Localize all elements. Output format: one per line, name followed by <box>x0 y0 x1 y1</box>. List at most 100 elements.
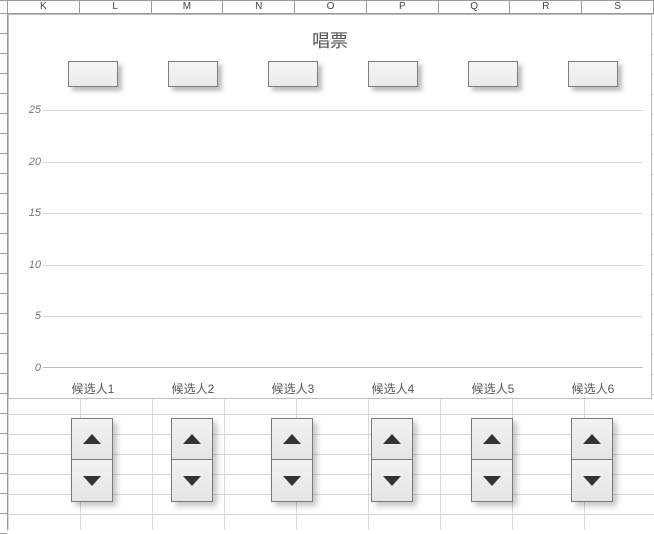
triangle-down-icon <box>583 476 601 486</box>
row-header[interactable] <box>0 514 7 534</box>
vote-button-1[interactable] <box>68 61 118 87</box>
spinner-cell <box>142 418 242 502</box>
row-header[interactable] <box>0 34 7 54</box>
column-headers: KLMNOPQRS <box>0 0 654 14</box>
row-header[interactable] <box>0 114 7 134</box>
triangle-up-icon <box>183 434 201 444</box>
row-header[interactable] <box>0 394 7 414</box>
spinner-2 <box>171 418 213 502</box>
x-tick-label: 候选人1 <box>43 380 143 397</box>
x-tick-label: 候选人5 <box>443 380 543 397</box>
column-header-P[interactable]: P <box>367 0 439 13</box>
spinner-up-button[interactable] <box>471 418 513 460</box>
legend-cell <box>43 61 143 87</box>
spinner-cell <box>242 418 342 502</box>
column-header-K[interactable]: K <box>8 0 80 13</box>
spinner-down-button[interactable] <box>171 460 213 502</box>
y-tick-label: 20 <box>11 156 41 168</box>
triangle-up-icon <box>283 434 301 444</box>
row-header[interactable] <box>0 154 7 174</box>
legend-cell <box>543 61 643 87</box>
column-header-R[interactable]: R <box>510 0 582 13</box>
vote-button-2[interactable] <box>168 61 218 87</box>
row-header[interactable] <box>0 294 7 314</box>
triangle-down-icon <box>183 476 201 486</box>
row-header[interactable] <box>0 234 7 254</box>
legend-cell <box>143 61 243 87</box>
gridline <box>43 110 643 111</box>
column-header-M[interactable]: M <box>152 0 224 13</box>
chart-container[interactable]: 唱票 候选人1候选人2候选人3候选人4候选人5候选人6 0510152025 <box>8 14 652 399</box>
row-header[interactable] <box>0 14 7 34</box>
row-header[interactable] <box>0 374 7 394</box>
row-header[interactable] <box>0 254 7 274</box>
spinner-cell <box>442 418 542 502</box>
row-header[interactable] <box>0 414 7 434</box>
spinner-cell <box>42 418 142 502</box>
vote-button-3[interactable] <box>268 61 318 87</box>
row-header[interactable] <box>0 94 7 114</box>
spinner-up-button[interactable] <box>71 418 113 460</box>
gridline <box>43 162 643 163</box>
spinner-cell <box>542 418 642 502</box>
column-header-S[interactable]: S <box>582 0 654 13</box>
x-axis-labels: 候选人1候选人2候选人3候选人4候选人5候选人6 <box>43 380 643 397</box>
spinner-up-button[interactable] <box>571 418 613 460</box>
triangle-down-icon <box>283 476 301 486</box>
row-header[interactable] <box>0 474 7 494</box>
row-header[interactable] <box>0 74 7 94</box>
legend-cell <box>243 61 343 87</box>
triangle-up-icon <box>483 434 501 444</box>
spinner-row <box>42 418 642 502</box>
legend-button-row <box>43 61 643 87</box>
row-header[interactable] <box>0 334 7 354</box>
spinner-up-button[interactable] <box>371 418 413 460</box>
spinner-5 <box>471 418 513 502</box>
column-header-Q[interactable]: Q <box>439 0 511 13</box>
vote-button-6[interactable] <box>568 61 618 87</box>
vote-button-4[interactable] <box>368 61 418 87</box>
gridline <box>43 213 643 214</box>
y-tick-label: 5 <box>11 310 41 322</box>
column-header-N[interactable]: N <box>223 0 295 13</box>
vote-button-5[interactable] <box>468 61 518 87</box>
spinner-down-button[interactable] <box>271 460 313 502</box>
spinner-6 <box>571 418 613 502</box>
triangle-up-icon <box>583 434 601 444</box>
spinner-4 <box>371 418 413 502</box>
row-header[interactable] <box>0 274 7 294</box>
row-header[interactable] <box>0 454 7 474</box>
spinner-down-button[interactable] <box>471 460 513 502</box>
spinner-up-button[interactable] <box>171 418 213 460</box>
column-header-O[interactable]: O <box>295 0 367 13</box>
spinner-down-button[interactable] <box>371 460 413 502</box>
legend-cell <box>343 61 443 87</box>
y-tick-label: 0 <box>11 362 41 374</box>
spinner-down-button[interactable] <box>71 460 113 502</box>
column-header-L[interactable]: L <box>80 0 152 13</box>
triangle-up-icon <box>383 434 401 444</box>
y-tick-label: 25 <box>11 104 41 116</box>
row-header[interactable] <box>0 494 7 514</box>
spinner-cell <box>342 418 442 502</box>
x-axis-line <box>43 367 643 368</box>
row-header[interactable] <box>0 434 7 454</box>
y-tick-label: 10 <box>11 259 41 271</box>
row-header-gutter <box>0 0 8 13</box>
row-header[interactable] <box>0 194 7 214</box>
gridline <box>43 316 643 317</box>
triangle-up-icon <box>83 434 101 444</box>
triangle-down-icon <box>483 476 501 486</box>
row-header[interactable] <box>0 314 7 334</box>
spinner-down-button[interactable] <box>571 460 613 502</box>
y-tick-label: 15 <box>11 207 41 219</box>
row-header[interactable] <box>0 214 7 234</box>
row-header[interactable] <box>0 54 7 74</box>
legend-cell <box>443 61 543 87</box>
row-header[interactable] <box>0 174 7 194</box>
row-header[interactable] <box>0 354 7 374</box>
row-header[interactable] <box>0 134 7 154</box>
plot-area <box>43 110 643 368</box>
spinner-up-button[interactable] <box>271 418 313 460</box>
spinner-3 <box>271 418 313 502</box>
